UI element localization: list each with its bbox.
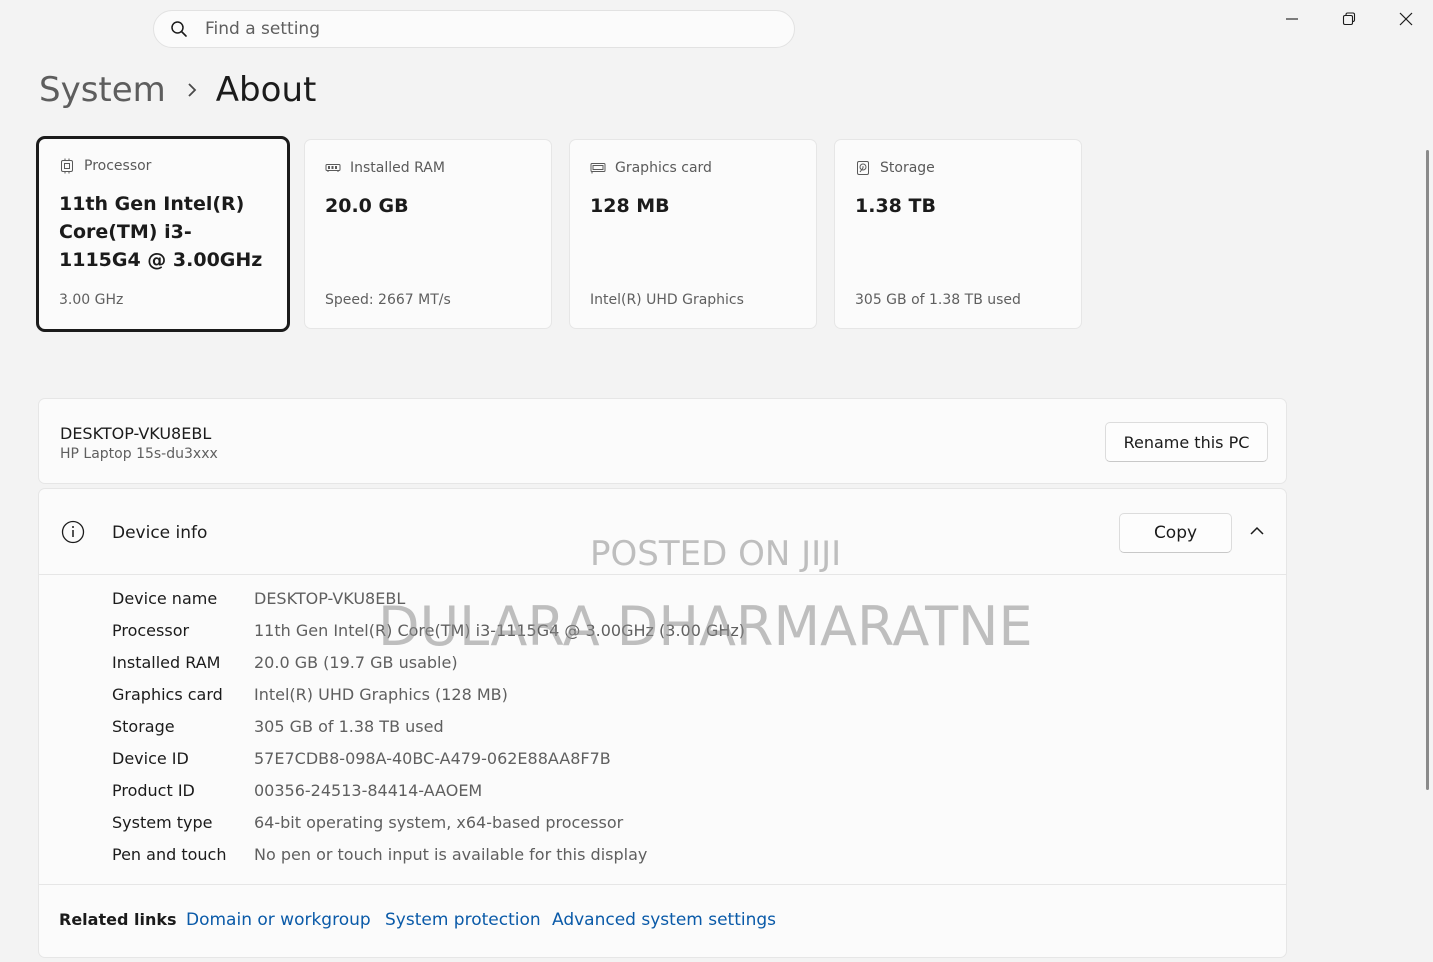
spec-key: Storage bbox=[112, 717, 175, 736]
pc-name-panel: DESKTOP-VKU8EBL HP Laptop 15s-du3xxx Ren… bbox=[38, 398, 1287, 484]
spec-key: Product ID bbox=[112, 781, 195, 800]
device-info-title: Device info bbox=[112, 523, 208, 543]
card-label: Storage bbox=[880, 160, 935, 176]
info-icon bbox=[61, 520, 85, 548]
processor-icon bbox=[59, 158, 75, 174]
card-graphics-card[interactable]: Graphics card 128 MB Intel(R) UHD Graphi… bbox=[569, 139, 817, 329]
card-subtext: 3.00 GHz bbox=[59, 292, 124, 308]
spec-key: Graphics card bbox=[112, 685, 223, 704]
storage-icon bbox=[855, 160, 871, 176]
link-domain-or-workgroup[interactable]: Domain or workgroup bbox=[186, 910, 371, 930]
spec-key: Device name bbox=[112, 589, 218, 608]
spec-value: Intel(R) UHD Graphics (128 MB) bbox=[254, 685, 508, 704]
restore-button[interactable] bbox=[1321, 0, 1377, 38]
card-subtext: Speed: 2667 MT/s bbox=[325, 292, 451, 308]
copy-button[interactable]: Copy bbox=[1119, 513, 1232, 553]
card-label: Processor bbox=[84, 158, 152, 174]
card-subtext: Intel(R) UHD Graphics bbox=[590, 292, 744, 308]
link-advanced-system-settings[interactable]: Advanced system settings bbox=[552, 910, 776, 930]
card-installed-ram[interactable]: Installed RAM 20.0 GB Speed: 2667 MT/s bbox=[304, 139, 552, 329]
spec-key: Device ID bbox=[112, 749, 189, 768]
spec-key: Pen and touch bbox=[112, 845, 227, 864]
card-label: Graphics card bbox=[615, 160, 712, 176]
breadcrumb-system[interactable]: System bbox=[39, 70, 166, 110]
card-storage[interactable]: Storage 1.38 TB 305 GB of 1.38 TB used bbox=[834, 139, 1082, 329]
spec-value: 00356-24513-84414-AAOEM bbox=[254, 781, 483, 800]
spec-key: Installed RAM bbox=[112, 653, 221, 672]
ram-icon bbox=[325, 160, 341, 176]
card-subtext: 305 GB of 1.38 TB used bbox=[855, 292, 1021, 308]
pc-name: DESKTOP-VKU8EBL bbox=[60, 424, 212, 443]
spec-value: No pen or touch input is available for t… bbox=[254, 845, 648, 864]
page-title: About bbox=[215, 70, 317, 110]
spec-value: 305 GB of 1.38 TB used bbox=[254, 717, 444, 736]
device-info-header[interactable]: Device info Copy bbox=[39, 489, 1286, 575]
card-value: 11th Gen Intel(R) Core(TM) i3-1115G4 @ 3… bbox=[59, 193, 263, 271]
pc-model: HP Laptop 15s-du3xxx bbox=[60, 446, 218, 462]
spec-value: DESKTOP-VKU8EBL bbox=[254, 589, 406, 608]
search-icon bbox=[169, 19, 189, 39]
graphics-card-icon bbox=[590, 160, 606, 176]
rename-pc-button[interactable]: Rename this PC bbox=[1105, 422, 1268, 462]
scrollbar[interactable] bbox=[1426, 150, 1429, 790]
card-processor[interactable]: Processor 11th Gen Intel(R) Core(TM) i3-… bbox=[36, 136, 290, 332]
related-links-label: Related links bbox=[59, 910, 177, 929]
related-links-bar: Related links Domain or workgroup System… bbox=[39, 884, 1286, 958]
spec-value: 11th Gen Intel(R) Core(TM) i3-1115G4 @ 3… bbox=[254, 621, 746, 640]
spec-key: System type bbox=[112, 813, 213, 832]
breadcrumb: System About bbox=[39, 70, 316, 110]
spec-value: 20.0 GB (19.7 GB usable) bbox=[254, 653, 458, 672]
close-icon bbox=[1399, 12, 1413, 26]
device-info-panel: Device info Copy Device name DESKTOP-VKU… bbox=[38, 488, 1287, 958]
card-value: 128 MB bbox=[590, 195, 670, 217]
chevron-right-icon bbox=[186, 82, 198, 98]
spec-key: Processor bbox=[112, 621, 190, 640]
spec-value: 64-bit operating system, x64-based proce… bbox=[254, 813, 624, 832]
card-label: Installed RAM bbox=[350, 160, 445, 176]
chevron-up-icon[interactable] bbox=[1247, 523, 1267, 542]
card-value: 1.38 TB bbox=[855, 195, 936, 217]
close-button[interactable] bbox=[1378, 0, 1433, 38]
minimize-button[interactable] bbox=[1264, 0, 1320, 38]
restore-icon bbox=[1342, 12, 1356, 26]
link-system-protection[interactable]: System protection bbox=[385, 910, 541, 930]
card-value: 20.0 GB bbox=[325, 195, 409, 217]
search-box[interactable] bbox=[153, 10, 795, 48]
spec-value: 57E7CDB8-098A-40BC-A479-062E88AA8F7B bbox=[254, 749, 611, 768]
minimize-icon bbox=[1286, 18, 1298, 20]
search-input[interactable] bbox=[203, 18, 767, 40]
